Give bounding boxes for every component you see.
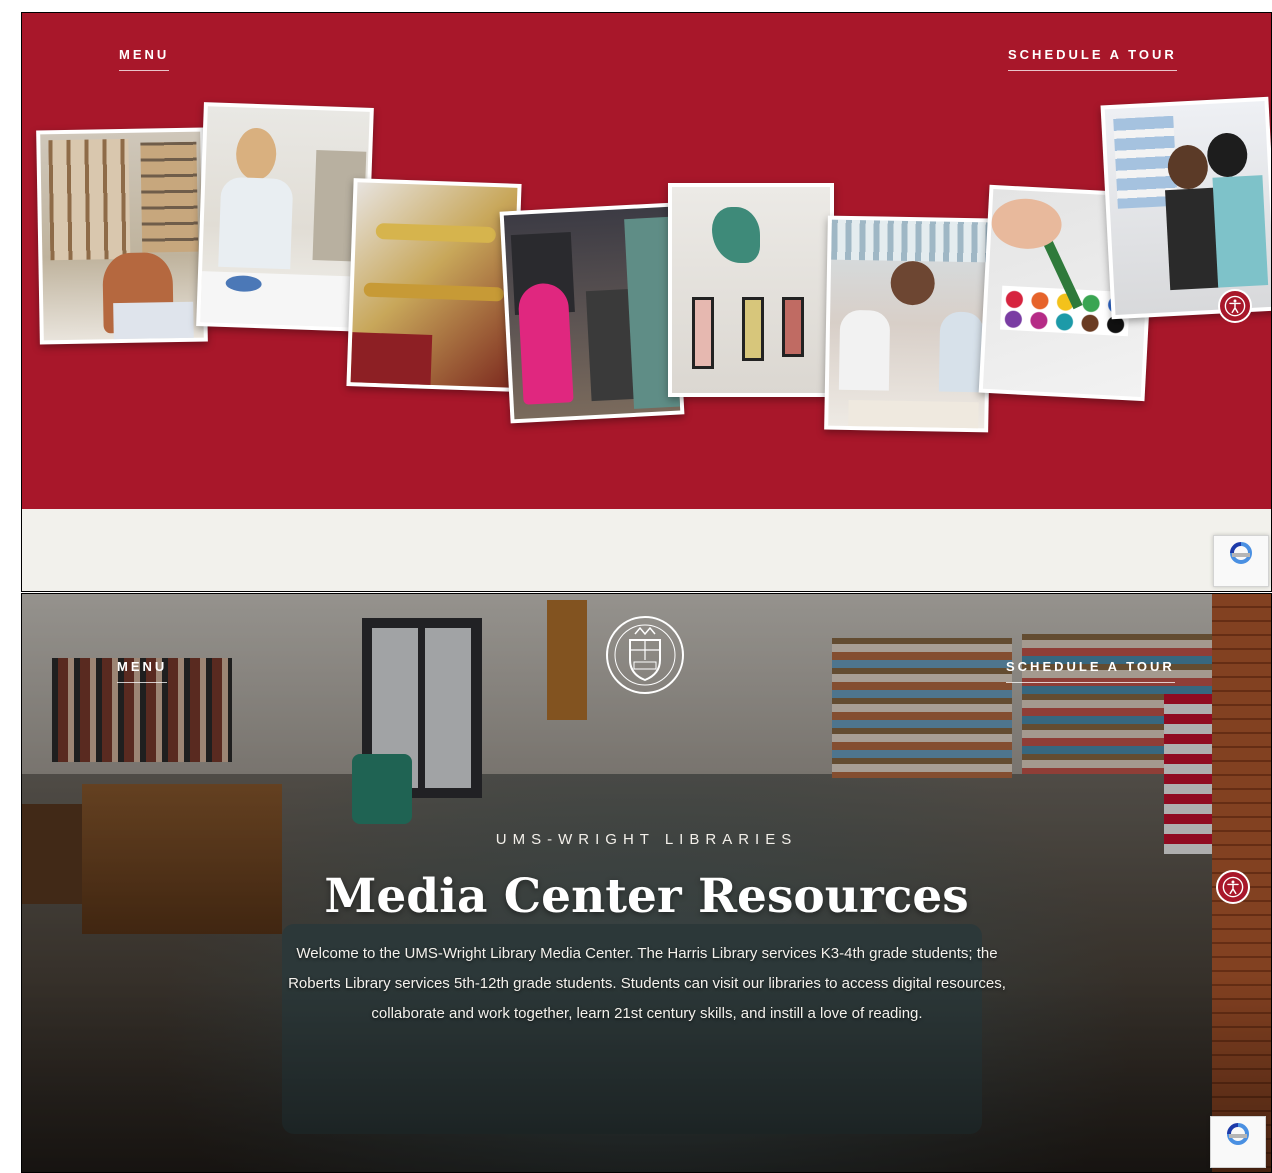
collage-photo-school-play	[499, 202, 685, 424]
recaptcha-icon	[1213, 535, 1269, 587]
collage-photo-teacher-students	[824, 215, 992, 433]
intro-line: Roberts Library services 5th-12th grade …	[288, 975, 1006, 992]
school-crest-icon[interactable]	[604, 614, 686, 696]
top-screenshot-panel: MENU SCHEDULE A TOUR	[21, 12, 1272, 592]
cream-band	[22, 509, 1271, 591]
schedule-tour-link[interactable]: SCHEDULE A TOUR	[1008, 47, 1177, 71]
accessibility-icon[interactable]	[1218, 289, 1252, 323]
intro-line: Welcome to the UMS-Wright Library Media …	[296, 945, 998, 962]
recaptcha-logo-icon	[1227, 1123, 1249, 1145]
accessibility-icon[interactable]	[1216, 870, 1250, 904]
collage-photo-girl-art	[196, 102, 374, 332]
accessibility-figure-icon	[1224, 295, 1246, 317]
recaptcha-logo-icon	[1230, 542, 1252, 564]
collage-photo-art-classroom	[1100, 96, 1271, 320]
recaptcha-icon	[1210, 1116, 1266, 1168]
collage-photo-trumpets	[346, 178, 522, 392]
collage-photo-art-gallery	[668, 183, 834, 397]
schedule-tour-link[interactable]: SCHEDULE A TOUR	[1006, 659, 1175, 683]
bottom-screenshot-panel: MENU SCHEDULE A TOUR UMS-WRIGHT LIBRARIE…	[21, 593, 1272, 1173]
intro-line: collaborate and work together, learn 21s…	[371, 1005, 923, 1022]
accessibility-figure-icon	[1222, 876, 1244, 898]
page-title: Media Center Resources	[324, 869, 969, 924]
collage-photo-library-shelves	[36, 127, 208, 345]
hero-eyebrow: UMS-WRIGHT LIBRARIES	[495, 831, 798, 848]
menu-link[interactable]: MENU	[119, 47, 170, 71]
intro-paragraph: Welcome to the UMS-Wright Library Media …	[212, 939, 1082, 1029]
menu-link[interactable]: MENU	[117, 659, 168, 683]
